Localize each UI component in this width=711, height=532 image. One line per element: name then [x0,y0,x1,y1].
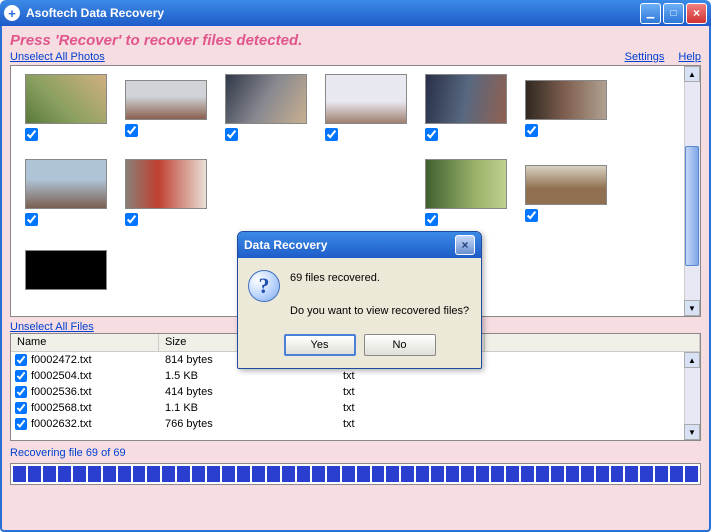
photo-thumbnail[interactable] [125,159,207,209]
file-name: f0002472.txt [31,354,92,366]
photo-thumbnail[interactable] [525,165,607,205]
photo-item[interactable] [25,244,107,290]
question-icon: ? [248,270,280,302]
photo-checkbox[interactable] [25,128,38,141]
table-row[interactable]: f0002632.txt 766 bytestxt [11,416,700,432]
file-checkbox[interactable] [15,402,27,414]
photo-checkbox[interactable] [125,124,138,137]
photo-item[interactable] [225,74,307,141]
photo-item[interactable] [425,74,507,141]
dialog-line1: 69 files recovered. [290,270,469,287]
photo-item[interactable] [525,159,607,226]
close-button[interactable]: × [686,3,707,24]
photo-checkbox[interactable] [225,128,238,141]
dialog-close-button[interactable]: × [455,235,475,255]
dialog-message: 69 files recovered. Do you want to view … [290,270,469,320]
photo-item[interactable] [425,159,507,226]
photo-checkbox[interactable] [425,213,438,226]
table-row[interactable]: f0002504.txt 1.5 KBtxt [11,368,700,384]
no-button[interactable]: No [364,334,436,356]
photo-thumbnail[interactable] [525,80,607,120]
progress-bar [10,463,701,485]
table-row[interactable]: f0002568.txt 1.1 KBtxt [11,400,700,416]
scroll-down-icon[interactable]: ▼ [684,300,700,316]
file-name: f0002504.txt [31,370,92,382]
photo-item[interactable] [25,159,107,226]
dialog-title: Data Recovery [244,238,455,252]
photo-thumbnail[interactable] [25,74,107,124]
file-checkbox[interactable] [15,386,27,398]
window-title: Asoftech Data Recovery [26,6,640,20]
instruction-text: Press 'Recover' to recover files detecte… [10,32,701,49]
file-name: f0002568.txt [31,402,92,414]
minimize-button[interactable]: ▁ [640,3,661,24]
file-scrollbar[interactable]: ▲ ▼ [684,352,700,440]
photo-thumbnail[interactable] [425,74,507,124]
photo-thumbnail[interactable] [225,74,307,124]
photo-checkbox[interactable] [25,213,38,226]
help-link[interactable]: Help [678,51,701,63]
photo-thumbnail[interactable] [25,159,107,209]
col-name-header[interactable]: Name [11,334,159,351]
photo-checkbox[interactable] [525,209,538,222]
photo-item[interactable] [125,74,207,141]
photo-item[interactable] [25,74,107,141]
table-row[interactable]: f0002536.txt 414 bytestxt [11,384,700,400]
scroll-thumb[interactable] [685,146,699,266]
file-ext: txt [337,386,485,398]
file-name: f0002536.txt [31,386,92,398]
photo-thumbnail[interactable] [325,74,407,124]
dialog-line2: Do you want to view recovered files? [290,303,469,320]
app-icon: + [4,5,20,21]
maximize-button[interactable]: □ [663,3,684,24]
photo-checkbox[interactable] [425,128,438,141]
scroll-down-icon[interactable]: ▼ [684,424,700,440]
photo-scrollbar[interactable]: ▲ ▼ [684,66,700,316]
window-titlebar: + Asoftech Data Recovery ▁ □ × [0,0,711,26]
file-checkbox[interactable] [15,418,27,430]
file-ext: txt [337,402,485,414]
settings-link[interactable]: Settings [625,51,665,63]
photo-item[interactable] [525,74,607,141]
unselect-all-photos-link[interactable]: Unselect All Photos [10,51,105,63]
file-size: 414 bytes [159,386,337,398]
file-checkbox[interactable] [15,370,27,382]
dialog-titlebar: Data Recovery × [238,232,481,258]
photo-item[interactable] [125,159,207,226]
confirmation-dialog: Data Recovery × ? 69 files recovered. Do… [237,231,482,369]
file-checkbox[interactable] [15,354,27,366]
status-text: Recovering file 69 of 69 [10,447,701,459]
scroll-up-icon[interactable]: ▲ [684,352,700,368]
file-ext: txt [337,370,485,382]
scroll-up-icon[interactable]: ▲ [684,66,700,82]
photo-thumbnail[interactable] [425,159,507,209]
file-size: 1.5 KB [159,370,337,382]
yes-button[interactable]: Yes [284,334,356,356]
photo-thumbnail[interactable] [25,250,107,290]
file-name: f0002632.txt [31,418,92,430]
photo-item[interactable] [325,74,407,141]
photo-thumbnail[interactable] [125,80,207,120]
unselect-all-files-link[interactable]: Unselect All Files [10,321,94,333]
col-blank-header [485,334,700,351]
file-ext: txt [337,418,485,430]
file-size: 1.1 KB [159,402,337,414]
file-size: 766 bytes [159,418,337,430]
photo-checkbox[interactable] [125,213,138,226]
photo-checkbox[interactable] [325,128,338,141]
photo-checkbox[interactable] [525,124,538,137]
